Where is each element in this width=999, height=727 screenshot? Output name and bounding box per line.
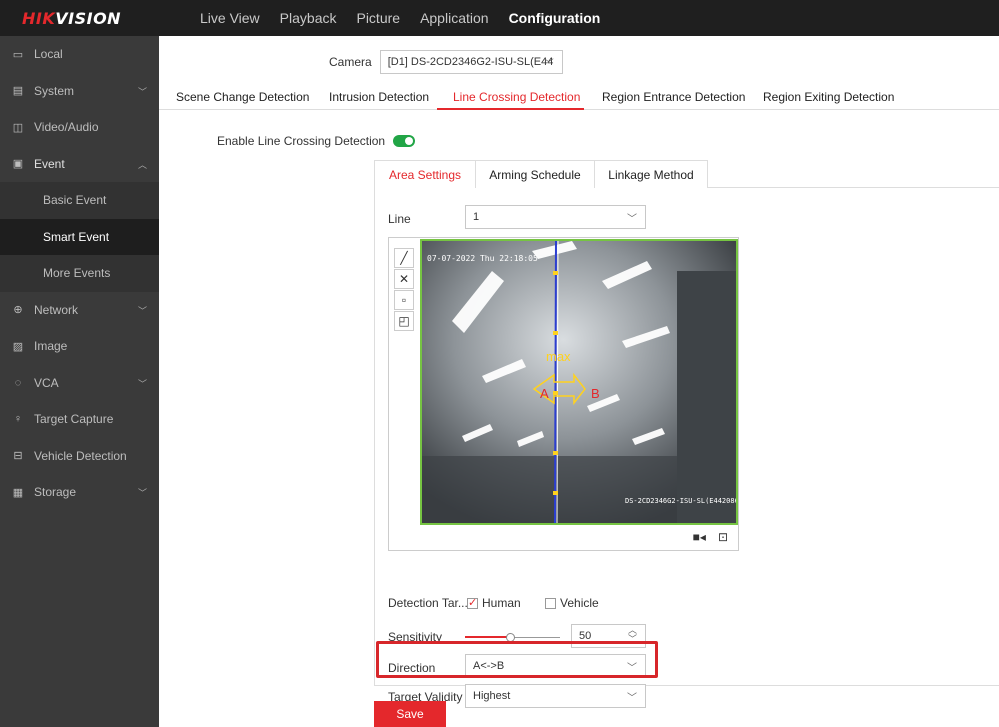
video-timestamp: 07-07-2022 Thu 22:18:05 [427,254,538,263]
chevron-down-icon: ﹀ [137,86,147,97]
video-controls: ■◂ ⊡ [420,526,738,550]
tab-region-exiting[interactable]: Region Exiting Detection [763,90,894,104]
nav-configuration[interactable]: Configuration [509,10,601,26]
chevron-down-icon: ﹀ [543,59,554,70]
sidebar-item-local[interactable]: ▭ Local [0,36,159,73]
nav-playback[interactable]: Playback [280,10,337,26]
hikvision-logo: HIKVISION [22,9,122,28]
storage-icon: ▦ [12,486,24,499]
sidebar-item-system[interactable]: ▤ System ﹀ [0,73,159,110]
draw-line-icon[interactable]: ╱ [394,248,414,268]
nav-application[interactable]: Application [420,10,489,26]
chevron-down-icon: ﹀ [627,693,637,704]
monitor-icon: ▭ [12,48,24,61]
target-validity-select[interactable]: Highest ﹀ [465,684,646,708]
drawing-tools: ╱ ✕ ▫ ◰ [394,248,416,332]
active-tab-indicator [437,108,584,110]
point-b-label: B [591,386,600,401]
vehicle-checkbox[interactable]: Vehicle [545,596,599,610]
tab-scene-change[interactable]: Scene Change Detection [176,90,309,104]
settings-subtabs: Area Settings Arming Schedule Linkage Me… [375,160,999,188]
line-label: Line [388,212,411,226]
enable-row: Enable Line Crossing Detection [217,134,416,148]
chevron-up-icon: ︿ [137,159,147,170]
sidebar-item-video-audio[interactable]: ◫ Video/Audio [0,109,159,146]
video-camera-name: DS-2CD2346G2-ISU-SL(E44208694) [625,497,736,505]
slider-fill [465,636,510,638]
detection-target-label: Detection Tar... [388,596,468,610]
camera-select[interactable]: [D1] DS-2CD2346G2-ISU-SL(E44 ﹀ [379,50,563,74]
tab-area-settings[interactable]: Area Settings [375,160,476,188]
person-icon: ♀ [13,413,23,426]
max-label: max [546,349,571,364]
point-a-label: A [540,386,549,401]
video-frame: 07-07-2022 Thu 22:18:05 DS-2CD2346G2-ISU… [422,241,736,523]
snapshot-icon[interactable]: ⊡ [718,530,728,544]
settings-panel: Area Settings Arming Schedule Linkage Me… [374,160,999,708]
sidebar-item-network[interactable]: ⊕ Network ﹀ [0,292,159,329]
human-check[interactable] [467,596,478,610]
record-icon[interactable]: ■◂ [693,530,706,544]
sidebar-item-storage[interactable]: ▦ Storage ﹀ [0,474,159,511]
tab-region-entrance[interactable]: Region Entrance Detection [602,90,745,104]
sidebar-item-image[interactable]: ▨ Image [0,328,159,365]
display-icon: ▤ [12,85,24,98]
top-bar: HIKVISION Live View Playback Picture App… [0,0,999,36]
live-video[interactable]: 07-07-2022 Thu 22:18:05 DS-2CD2346G2-ISU… [420,239,738,525]
sidebar-item-vehicle-detection[interactable]: ⊟ Vehicle Detection [0,438,159,475]
sensitivity-slider[interactable] [465,633,560,642]
camera-label: Camera [329,55,372,69]
video-icon: ◫ [12,121,24,134]
nav-live-view[interactable]: Live View [200,10,260,26]
sidebar-item-more-events[interactable]: More Events [0,255,159,292]
enable-label: Enable Line Crossing Detection [217,134,386,148]
main-content: Camera [D1] DS-2CD2346G2-ISU-SL(E44 ﹀ Sc… [159,36,999,727]
clipboard-icon: ▣ [12,158,24,171]
min-size-icon[interactable]: ◰ [394,311,414,331]
save-button[interactable]: Save [374,701,446,727]
sidebar-item-smart-event[interactable]: Smart Event [0,218,159,255]
chevron-down-icon: ﹀ [137,488,147,498]
sidebar-item-event[interactable]: ▣ Event ︿ [0,146,159,183]
top-nav: Live View Playback Picture Application C… [200,0,620,36]
vehicle-check[interactable] [545,598,556,610]
image-icon: ▨ [12,340,24,353]
human-checkbox[interactable]: Human [467,596,521,610]
sidebar-item-vca[interactable]: ◌ VCA ﹀ [0,365,159,402]
tab-linkage-method[interactable]: Linkage Method [595,160,708,188]
tab-arming-schedule[interactable]: Arming Schedule [476,160,595,188]
tab-intrusion[interactable]: Intrusion Detection [329,90,429,104]
nav-picture[interactable]: Picture [356,10,400,26]
enable-toggle[interactable] [393,135,416,147]
detection-tabs: Scene Change Detection Intrusion Detecti… [159,83,999,110]
globe-icon: ⊕ [13,304,23,317]
sidebar-item-target-capture[interactable]: ♀ Target Capture [0,401,159,438]
video-box: ╱ ✕ ▫ ◰ 07-07-2022 Thu 22:18:05 DS-2CD23… [388,237,739,551]
chevron-down-icon: ﹀ [137,305,147,316]
chevron-down-icon: ﹀ [627,214,637,225]
car-icon: ⊟ [13,450,23,463]
highlight-box [376,641,658,678]
tab-line-crossing[interactable]: Line Crossing Detection [453,90,580,104]
sidebar-item-basic-event[interactable]: Basic Event [0,182,159,219]
chevron-down-icon: ﹀ [137,378,147,389]
clear-icon[interactable]: ✕ [394,269,414,289]
bulb-icon: ◌ [14,376,22,389]
line-select[interactable]: 1 ﹀ [465,205,646,229]
camera-row: Camera [D1] DS-2CD2346G2-ISU-SL(E44 ﹀ [329,50,563,74]
sidebar: ▭ Local ▤ System ﹀ ◫ Video/Audio ▣ Event ︿ Bas… [0,36,159,727]
max-size-icon[interactable]: ▫ [394,290,414,310]
